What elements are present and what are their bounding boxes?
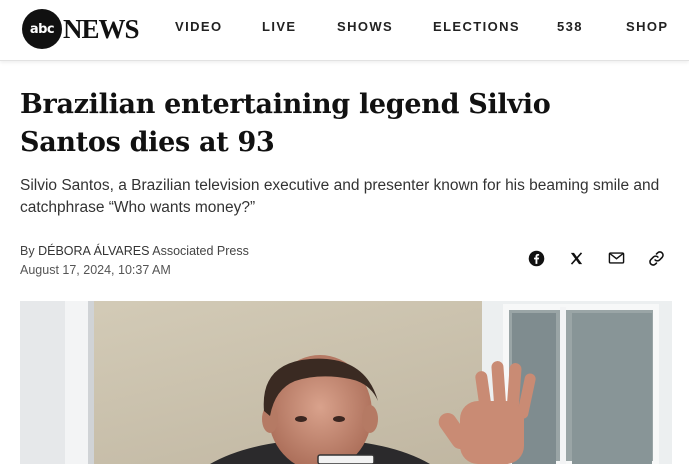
article-summary: Silvio Santos, a Brazilian television ex… [20,177,660,216]
photo-scene [20,301,672,464]
byline: By DÉBORA ÁLVARES Associated Press [20,242,249,260]
share-toolbar [523,246,669,270]
nav-video[interactable]: VIDEO [175,19,222,34]
author-name[interactable]: DÉBORA ÁLVARES [38,244,149,258]
share-x-button[interactable] [563,246,589,270]
email-icon [608,252,624,264]
facebook-icon [528,250,544,266]
nav-elections[interactable]: ELECTIONS [433,19,520,34]
share-email-button[interactable] [603,246,629,270]
publish-date: August 17, 2024, 10:37 AM [20,263,171,277]
article-hero-image[interactable] [20,301,672,464]
nav-shows[interactable]: SHOWS [337,19,393,34]
x-icon [570,251,582,265]
author-organization: Associated Press [152,244,249,258]
nav-live[interactable]: LIVE [262,19,297,34]
site-header: abc NEWS VIDEO LIVE SHOWS ELECTIONS 538 … [0,0,689,61]
link-icon [648,250,664,266]
nav-538[interactable]: 538 [557,19,583,34]
nav-shop[interactable]: SHOP [626,19,668,34]
copy-link-button[interactable] [643,246,669,270]
share-facebook-button[interactable] [523,246,549,270]
article-headline: Brazilian entertaining legend Silvio San… [20,89,551,158]
main-nav: VIDEO LIVE SHOWS ELECTIONS 538 SHOP [0,19,689,39]
byline-prefix: By [20,244,35,258]
